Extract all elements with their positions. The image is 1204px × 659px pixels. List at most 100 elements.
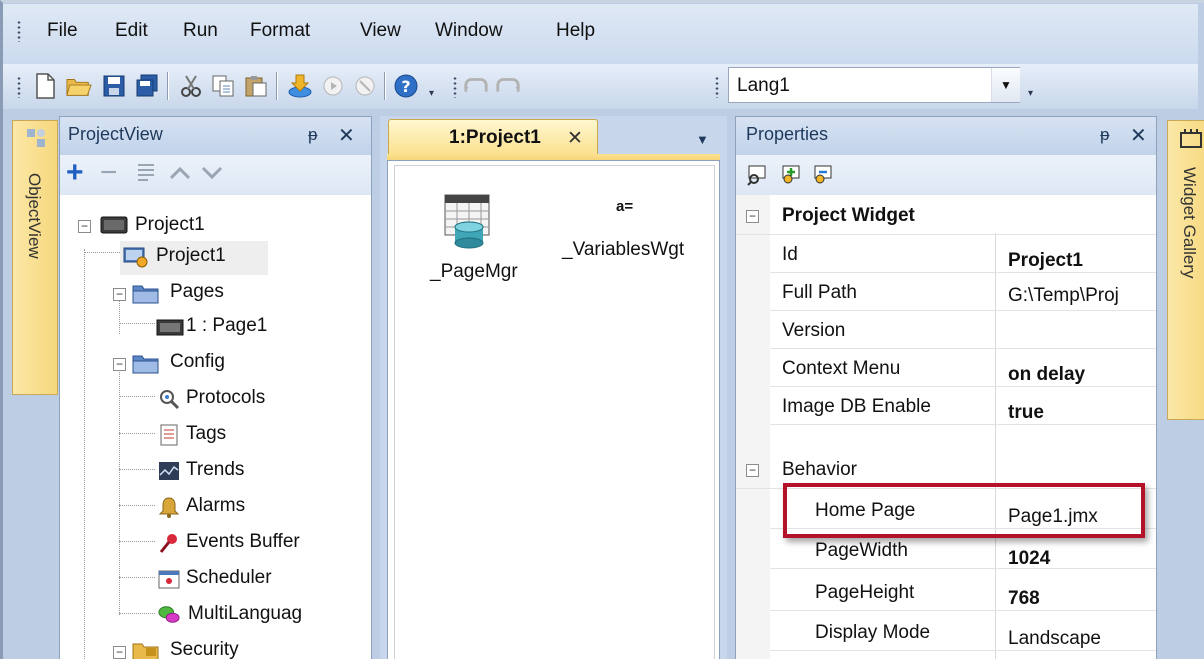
undo-icon	[463, 73, 489, 99]
tree-line	[119, 396, 155, 397]
property-row-version[interactable]: Version	[770, 311, 1156, 349]
tree-item-label: Protocols	[186, 387, 266, 408]
property-name: PageWidth	[815, 540, 908, 561]
tree-item-page1[interactable]: 1 : Page1	[156, 311, 366, 345]
tree-item-label: Alarms	[186, 495, 246, 516]
close-icon[interactable]: ✕	[1130, 123, 1147, 148]
save-icon[interactable]	[101, 73, 127, 99]
save-all-icon[interactable]	[134, 73, 160, 99]
menu-help[interactable]: Help	[556, 20, 595, 42]
collapse-icon[interactable]: −	[746, 210, 759, 223]
menu-view[interactable]: View	[360, 20, 401, 42]
property-value[interactable]: on delay	[1008, 364, 1085, 386]
open-folder-icon[interactable]	[66, 73, 92, 99]
objectview-tab-label: ObjectView	[25, 173, 44, 259]
help-icon[interactable]: ?	[393, 73, 419, 99]
collapse-icon[interactable]: −	[113, 646, 126, 659]
pin-icon[interactable]: ᵽ	[1100, 125, 1109, 145]
chevron-down-icon[interactable]: ▼	[991, 68, 1020, 102]
folder-icon	[132, 352, 160, 374]
tree-item-label: Security	[170, 639, 239, 659]
objectview-side-tab[interactable]: ObjectView	[12, 120, 58, 395]
menu-edit[interactable]: Edit	[115, 20, 148, 42]
property-group-label: Behavior	[782, 459, 857, 480]
download-icon[interactable]	[287, 73, 313, 99]
menu-format[interactable]: Format	[250, 20, 310, 42]
menu-file[interactable]: File	[47, 20, 78, 42]
add-widget-icon[interactable]	[780, 163, 804, 187]
toolbar-overflow-icon[interactable]: ▾	[429, 88, 441, 100]
property-row-context-menu[interactable]: Context Menu on delay	[770, 349, 1156, 387]
close-tab-icon[interactable]: ✕	[567, 127, 583, 150]
property-group-project-widget[interactable]: − Project Widget	[736, 197, 1156, 235]
tree-item-project-root[interactable]: − Project1	[70, 209, 360, 243]
property-value[interactable]: true	[1008, 402, 1044, 424]
tab-project1[interactable]: 1:Project1 ✕	[388, 119, 598, 155]
menu-grip[interactable]	[16, 20, 22, 42]
collapse-icon[interactable]: −	[746, 464, 759, 477]
properties-toolbar	[736, 155, 1156, 195]
tree-item-multilanguage[interactable]: MultiLanguag	[156, 599, 366, 633]
property-name: Display Mode	[815, 622, 931, 643]
toolbar-grip[interactable]	[452, 76, 458, 98]
property-value[interactable]: Landscape	[1008, 628, 1101, 650]
run-icon	[320, 73, 346, 99]
tree-item-config[interactable]: − Config	[102, 347, 342, 381]
property-value[interactable]: Project1	[1008, 250, 1083, 272]
cut-icon[interactable]	[178, 73, 204, 99]
tree-item-alarms[interactable]: Alarms	[156, 491, 366, 525]
property-row-image-db-enable[interactable]: Image DB Enable true	[770, 387, 1156, 425]
new-file-icon[interactable]	[32, 73, 58, 99]
property-value[interactable]: G:\Temp\Proj	[1008, 285, 1154, 307]
move-up-icon	[168, 161, 192, 185]
move-down-icon	[200, 161, 224, 185]
property-value[interactable]: 1024	[1008, 548, 1050, 570]
zoom-widget-icon[interactable]	[746, 163, 770, 187]
tab-list-chevron-icon[interactable]: ▼	[696, 132, 709, 147]
tree-item-label: Pages	[170, 281, 224, 302]
project-settings-icon	[122, 246, 150, 268]
tree-item-label: 1 : Page1	[186, 315, 268, 336]
pin-icon[interactable]: ᵽ	[308, 125, 317, 145]
copy-icon[interactable]	[210, 73, 236, 99]
language-select[interactable]: Lang1 ▼	[728, 67, 1020, 103]
property-row-display-mode[interactable]: Display Mode Landscape	[770, 613, 1156, 651]
menu-run[interactable]: Run	[183, 20, 218, 42]
collapse-icon[interactable]: −	[113, 288, 126, 301]
property-row-page-height[interactable]: PageHeight 768	[770, 573, 1156, 611]
tree-item-pages[interactable]: − Pages	[102, 277, 342, 311]
paste-icon[interactable]	[243, 73, 269, 99]
page-canvas[interactable]: _PageMgr a= _VariablesWgt	[387, 160, 720, 659]
tree-item-security[interactable]: − Security	[102, 635, 342, 659]
tree-item-protocols[interactable]: Protocols	[156, 383, 366, 417]
tree-item-trends[interactable]: Trends	[156, 455, 366, 489]
tree-item-label: Scheduler	[186, 567, 272, 588]
tree-line	[119, 323, 155, 324]
variables-widget-icon[interactable]: a=	[616, 198, 633, 215]
add-icon[interactable]: +	[66, 156, 84, 190]
edit-widget-icon[interactable]	[812, 163, 836, 187]
page-manager-icon[interactable]	[443, 193, 491, 249]
property-row-id[interactable]: Id Project1	[770, 235, 1156, 273]
menu-window[interactable]: Window	[435, 20, 503, 42]
page-icon	[156, 316, 184, 338]
tree-item-tags[interactable]: Tags	[156, 419, 366, 453]
collapse-icon[interactable]: −	[78, 220, 91, 233]
tree-item-events-buffer[interactable]: Events Buffer	[156, 527, 366, 561]
widget-gallery-side-tab[interactable]: Widget Gallery	[1167, 120, 1204, 420]
toolbar-grip[interactable]	[16, 76, 22, 98]
tree-item-project-settings[interactable]: Project1	[120, 241, 268, 275]
tree-line	[119, 541, 155, 542]
toolbar-overflow-icon[interactable]: ▾	[1028, 88, 1040, 100]
close-icon[interactable]: ✕	[338, 123, 355, 148]
collapse-icon[interactable]: −	[113, 358, 126, 371]
tree-line	[84, 252, 122, 253]
tree-item-scheduler[interactable]: Scheduler	[156, 563, 366, 597]
property-row-full-path[interactable]: Full Path G:\Temp\Proj	[770, 273, 1156, 311]
toolbar-grip[interactable]	[714, 76, 720, 98]
widget-label: _VariablesWgt	[562, 239, 685, 260]
properties-header: Properties ᵽ ✕	[736, 117, 1156, 155]
tree-line	[119, 469, 155, 470]
projectview-panel: ProjectView ᵽ ✕ + − − Project1 Project1 …	[59, 116, 372, 659]
property-value[interactable]: 768	[1008, 588, 1040, 610]
